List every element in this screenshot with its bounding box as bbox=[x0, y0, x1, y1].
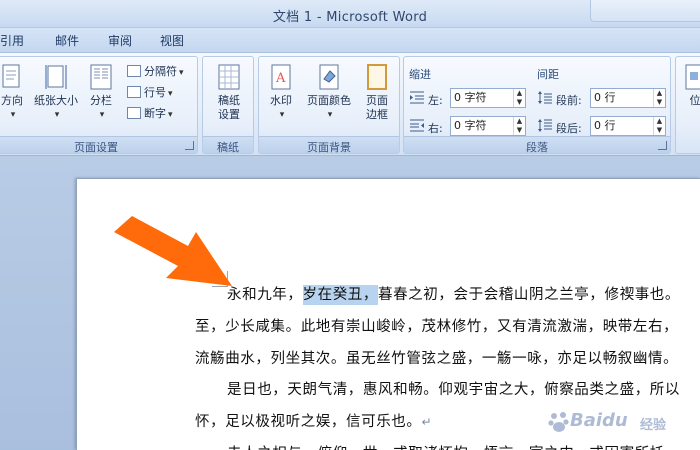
document-line-1[interactable]: 永和九年，岁在癸丑，暮春之初，会于会稽山阴之兰亭，修禊事也。 bbox=[227, 283, 680, 305]
paper-size-icon bbox=[44, 63, 68, 91]
spacing-after-icon bbox=[538, 119, 552, 132]
paw-icon bbox=[548, 412, 569, 432]
spacing-before-label: 段前: bbox=[556, 94, 582, 107]
tab-references[interactable]: 引用 bbox=[0, 32, 24, 49]
manuscript-group: 稿纸 设置 稿纸 bbox=[202, 56, 254, 154]
watermark-brand: Baidu bbox=[570, 410, 628, 431]
page-color-button[interactable]: 页面颜色 ▾ bbox=[303, 63, 355, 122]
indent-right-value: 0 字符 bbox=[454, 119, 487, 132]
indent-right-label: 右: bbox=[428, 122, 443, 135]
hyphenation-label: 断字 bbox=[144, 107, 166, 120]
page-borders-label-line1: 页面 bbox=[366, 94, 388, 107]
text-after-selection: 暮春之初，会于会稽山阴之兰亭，修禊事也。 bbox=[378, 287, 680, 303]
indent-left-spinner-icon[interactable]: ▲ ▼ bbox=[513, 89, 525, 107]
spacing-before-value: 0 行 bbox=[594, 91, 616, 104]
orientation-button[interactable]: 方向 ▾ bbox=[0, 63, 27, 122]
document-line-3[interactable]: 流觞曲水，列坐其次。虽无丝竹管弦之盛，一觞一咏，亦足以畅叙幽情。 bbox=[195, 347, 678, 368]
line-numbers-button[interactable]: 行号 ▾ bbox=[127, 84, 173, 102]
title-bar: 文档 1 - Microsoft Word bbox=[0, 0, 700, 28]
selected-text[interactable]: 岁在癸丑， bbox=[302, 285, 378, 305]
indent-right-icon bbox=[410, 119, 424, 132]
indent-right-spinner-icon[interactable]: ▲ ▼ bbox=[513, 117, 525, 135]
watermark-icon: A bbox=[269, 63, 293, 91]
ribbon: 方向 ▾ 纸张大小 ▾ 分栏 ▾ 分隔符 ▾ 行号 ▾ 断字 ▾ 页面设置 稿纸… bbox=[0, 52, 700, 156]
spacing-before-icon bbox=[538, 91, 552, 104]
paragraph-launcher-icon[interactable] bbox=[658, 141, 667, 150]
orange-arrow-icon bbox=[114, 216, 232, 286]
indent-left-value: 0 字符 bbox=[454, 91, 487, 104]
breaks-icon bbox=[127, 65, 141, 77]
tab-view[interactable]: 视图 bbox=[160, 32, 184, 49]
orientation-icon bbox=[0, 63, 24, 91]
breaks-button[interactable]: 分隔符 ▾ bbox=[127, 63, 184, 81]
page-color-icon bbox=[317, 63, 341, 91]
position-label: 位 bbox=[689, 94, 700, 107]
baidu-watermark: Baidu 经验 bbox=[548, 402, 684, 442]
indent-right-input[interactable]: 0 字符 ▲ ▼ bbox=[450, 116, 526, 136]
page-setup-group-label: 页面设置 bbox=[0, 136, 197, 154]
watermark-button[interactable]: A 水印 ▾ bbox=[263, 63, 299, 122]
spacing-before-spinner-icon[interactable]: ▲ ▼ bbox=[653, 89, 665, 107]
spacing-before-input[interactable]: 0 行 ▲ ▼ bbox=[590, 88, 666, 108]
page-background-group: A 水印 ▾ 页面颜色 ▾ 页面 边框 页面背景 bbox=[258, 56, 400, 154]
breaks-label: 分隔符 bbox=[144, 65, 177, 78]
manuscript-label-line1: 稿纸 bbox=[218, 94, 240, 107]
page-setup-group: 方向 ▾ 纸张大小 ▾ 分栏 ▾ 分隔符 ▾ 行号 ▾ 断字 ▾ 页面设置 bbox=[0, 56, 198, 154]
page-borders-button[interactable]: 页面 边框 bbox=[359, 63, 395, 122]
paper-size-button[interactable]: 纸张大小 ▾ bbox=[31, 63, 81, 122]
spacing-after-label: 段后: bbox=[556, 122, 582, 135]
document-line-4[interactable]: 是日也，天朗气清，惠风和畅。仰观宇宙之大，俯察品类之盛，所以 bbox=[227, 378, 680, 399]
manuscript-grid-icon bbox=[217, 63, 241, 91]
indent-left-label: 左: bbox=[428, 94, 443, 107]
tab-mailings[interactable]: 邮件 bbox=[55, 32, 79, 49]
line-numbers-icon bbox=[127, 86, 141, 98]
text-before-selection: 永和九年， bbox=[227, 287, 303, 303]
arrange-group: 位 bbox=[675, 56, 700, 154]
manuscript-group-label: 稿纸 bbox=[203, 136, 253, 154]
document-line-5[interactable]: 怀，足以极视听之娱，信可乐也。↵ bbox=[195, 410, 432, 431]
tab-review[interactable]: 审阅 bbox=[108, 32, 132, 49]
page-borders-icon bbox=[365, 63, 389, 91]
page-borders-label-line2: 边框 bbox=[366, 108, 388, 121]
spacing-after-spinner-icon[interactable]: ▲ ▼ bbox=[653, 117, 665, 135]
page-setup-launcher-icon[interactable] bbox=[185, 141, 194, 150]
spacing-header: 间距 bbox=[537, 68, 559, 81]
position-icon bbox=[683, 63, 700, 91]
manuscript-label-line2: 设置 bbox=[218, 108, 240, 121]
watermark-label: 水印 bbox=[270, 94, 292, 107]
spacing-after-input[interactable]: 0 行 ▲ ▼ bbox=[590, 116, 666, 136]
paper-size-label: 纸张大小 bbox=[34, 94, 78, 107]
page-color-label: 页面颜色 bbox=[307, 94, 351, 107]
indent-header: 缩进 bbox=[409, 68, 431, 81]
indent-left-input[interactable]: 0 字符 ▲ ▼ bbox=[450, 88, 526, 108]
manuscript-settings-button[interactable]: 稿纸 设置 bbox=[207, 63, 251, 122]
hyphenation-icon bbox=[127, 107, 141, 119]
document-line-2[interactable]: 至，少长咸集。此地有崇山峻岭，茂林修竹，又有清流激湍，映带左右， bbox=[195, 315, 678, 336]
spacing-after-value: 0 行 bbox=[594, 119, 616, 132]
paragraph-group: 缩进 间距 左: 0 字符 ▲ ▼ 右: 0 字符 ▲ ▼ 段前: 0 行 ▲ ▼ 段… bbox=[403, 56, 671, 154]
page-background-group-label: 页面背景 bbox=[259, 136, 399, 154]
hyphenation-button[interactable]: 断字 ▾ bbox=[127, 105, 173, 123]
columns-icon bbox=[89, 63, 113, 91]
columns-button[interactable]: 分栏 ▾ bbox=[85, 63, 117, 122]
indent-left-icon bbox=[410, 91, 424, 104]
paragraph-mark: ↵ bbox=[421, 415, 433, 429]
window-controls[interactable] bbox=[590, 0, 700, 22]
watermark-sub: 经验 bbox=[640, 418, 667, 433]
line-5-text: 怀，足以极视听之娱，信可乐也。 bbox=[195, 414, 422, 430]
position-button[interactable]: 位 bbox=[680, 63, 700, 108]
line-numbers-label: 行号 bbox=[144, 86, 166, 99]
ribbon-tabs: 引用 邮件 审阅 视图 bbox=[0, 28, 700, 52]
orientation-label: 方向 bbox=[1, 94, 23, 107]
document-line-6[interactable]: 夫人之相与，俯仰一世，或取诸怀抱，悟言一室之内，或因寄所托， bbox=[227, 442, 680, 450]
columns-label: 分栏 bbox=[90, 94, 112, 107]
paragraph-group-label: 段落 bbox=[404, 136, 670, 154]
svg-text:A: A bbox=[275, 71, 286, 86]
